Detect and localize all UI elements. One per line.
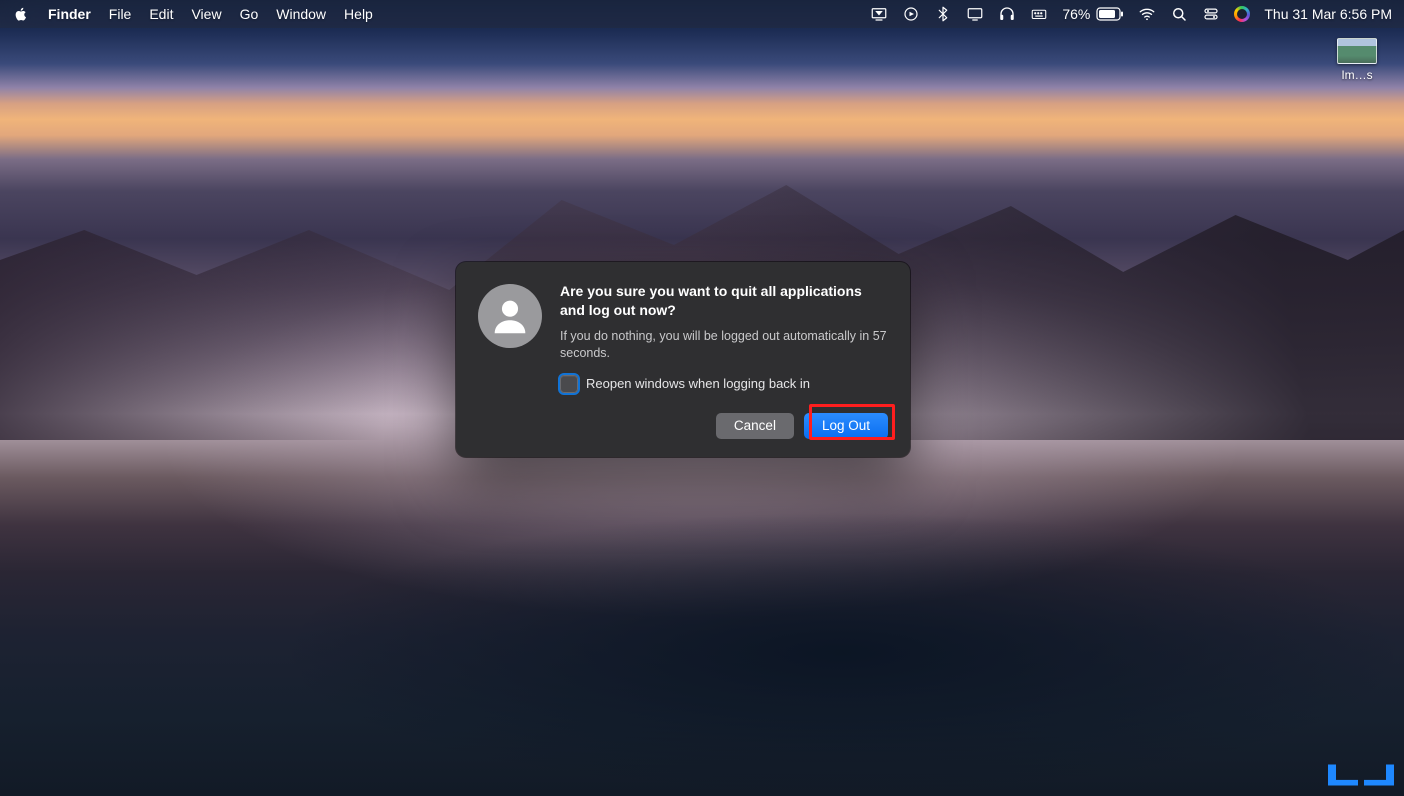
now-playing-icon[interactable] <box>902 5 920 23</box>
menu-go[interactable]: Go <box>240 6 259 22</box>
airdrop-icon[interactable] <box>870 5 888 23</box>
menu-view[interactable]: View <box>191 6 221 22</box>
image-file-icon <box>1337 38 1377 64</box>
apple-menu-icon[interactable] <box>12 5 30 23</box>
reopen-windows-checkbox-row[interactable]: Reopen windows when logging back in <box>560 375 888 393</box>
menubar-app-name[interactable]: Finder <box>48 6 91 22</box>
dialog-message: If you do nothing, you will be logged ou… <box>560 328 888 363</box>
display-icon[interactable] <box>966 5 984 23</box>
spotlight-icon[interactable] <box>1170 5 1188 23</box>
logout-button[interactable]: Log Out <box>804 413 888 439</box>
siri-icon[interactable] <box>1234 6 1250 22</box>
wifi-icon[interactable] <box>1138 5 1156 23</box>
headphones-icon[interactable] <box>998 5 1016 23</box>
bluetooth-icon[interactable] <box>934 5 952 23</box>
logout-confirm-dialog: Are you sure you want to quit all applic… <box>456 262 910 457</box>
menu-window[interactable]: Window <box>276 6 326 22</box>
battery-percentage-label: 76% <box>1062 6 1090 22</box>
menubar-clock[interactable]: Thu 31 Mar 6:56 PM <box>1264 6 1392 22</box>
watermark-logo <box>1328 754 1394 784</box>
battery-status[interactable]: 76% <box>1062 6 1124 22</box>
user-avatar-icon <box>478 284 542 348</box>
desktop-file-label: Im…s <box>1341 68 1372 82</box>
desktop-file-images[interactable]: Im…s <box>1330 38 1384 82</box>
menu-help[interactable]: Help <box>344 6 373 22</box>
menubar-right: 76% Thu 31 Mar 6:56 PM <box>870 5 1392 23</box>
reopen-windows-label: Reopen windows when logging back in <box>586 376 810 391</box>
menu-edit[interactable]: Edit <box>149 6 173 22</box>
control-center-icon[interactable] <box>1202 5 1220 23</box>
keyboard-input-icon[interactable] <box>1030 5 1048 23</box>
menubar: Finder File Edit View Go Window Help 76% <box>0 0 1404 28</box>
menubar-left: Finder File Edit View Go Window Help <box>12 5 373 23</box>
menu-file[interactable]: File <box>109 6 132 22</box>
reopen-windows-checkbox[interactable] <box>560 375 578 393</box>
cancel-button[interactable]: Cancel <box>716 413 794 439</box>
dialog-title: Are you sure you want to quit all applic… <box>560 282 888 320</box>
